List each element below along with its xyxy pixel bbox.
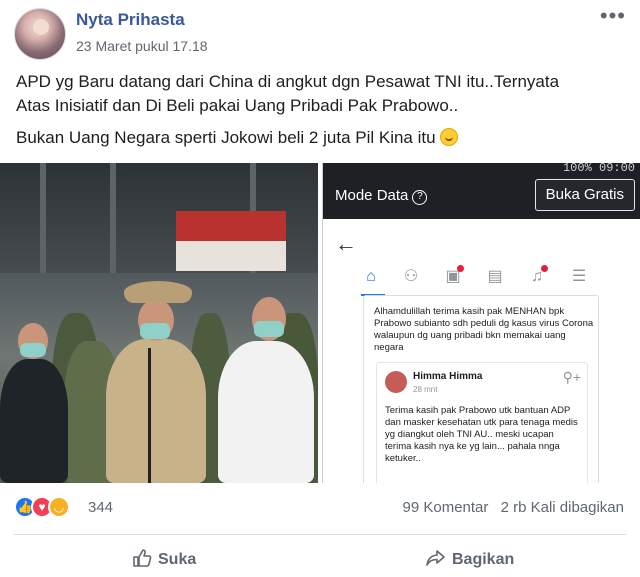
notification-dot <box>541 265 548 272</box>
post-text-line-1: APD yg Baru datang dari China di angkut … <box>16 72 560 91</box>
post-text-line-2: Atas Inisiatif dan Di Beli pakai Uang Pr… <box>16 96 459 115</box>
like-button[interactable]: Suka <box>132 548 196 569</box>
hat <box>124 281 192 303</box>
friends-icon: ⚇ <box>403 268 419 285</box>
marketplace-icon: ▤ <box>487 268 503 285</box>
commenter-name: Himma Himma <box>413 371 483 382</box>
flag-white-stripe <box>176 241 286 271</box>
author-avatar[interactable] <box>14 8 66 60</box>
post-header: Nyta Prihasta 23 Maret pukul 17.18 ••• <box>0 0 640 62</box>
woman-figure <box>0 359 68 483</box>
author-name[interactable]: Nyta Prihasta <box>76 10 185 30</box>
flag-red-stripe <box>176 211 286 241</box>
hangar-beam <box>40 163 46 273</box>
phone-top-bar: 100% 09:00 Mode Data? Buka Gratis <box>323 163 640 219</box>
action-divider <box>14 534 626 535</box>
help-icon: ? <box>412 190 428 205</box>
mode-data-text: Mode Data <box>335 187 409 204</box>
comment-count[interactable]: 99 Komentar <box>403 499 489 516</box>
smile-emoji-icon <box>440 128 459 146</box>
haha-icon: ◡ <box>48 496 70 518</box>
post-text-line-3: Bukan Uang Negara sperti Jokowi beli 2 j… <box>16 128 436 147</box>
home-icon: ⌂ <box>366 268 376 285</box>
face-mask <box>20 343 46 357</box>
face-mask <box>254 321 284 337</box>
quoted-comment: Himma Himma 28 mnt ⚲+ Terima kasih pak P… <box>376 362 588 483</box>
facebook-screenshot-image[interactable]: 100% 09:00 Mode Data? Buka Gratis ← ⌂ ⚇ … <box>322 163 640 483</box>
share-count[interactable]: 2 rb Kali dibagikan <box>501 499 624 516</box>
notification-dot <box>457 265 464 272</box>
comment-time: 28 mnt <box>413 385 438 394</box>
comment-text: Terima kasih pak Prabowo utk bantuan ADP… <box>385 405 578 464</box>
post-timestamp[interactable]: 23 Maret pukul 17.18 <box>76 38 208 54</box>
back-arrow-icon: ← <box>335 231 357 256</box>
more-options-icon[interactable]: ••• <box>600 5 626 27</box>
mode-data-label: Mode Data? <box>335 187 428 205</box>
like-label: Suka <box>158 551 197 568</box>
reaction-count[interactable]: 344 <box>88 499 113 516</box>
quoted-post: Alhamdulillah terima kasih pak MENHAN bp… <box>363 295 599 483</box>
add-friend-icon: ⚲+ <box>562 369 581 385</box>
buka-gratis-button: Buka Gratis <box>534 179 635 211</box>
quoted-post-text: Alhamdulillah terima kasih pak MENHAN bp… <box>374 306 594 353</box>
press-conference-photo[interactable] <box>0 163 318 483</box>
commenter-avatar <box>385 371 407 393</box>
face-mask <box>140 323 170 339</box>
fb-nav-row: ⌂ ⚇ ▣ ▤ ♫ ☰ <box>361 265 609 296</box>
man-white-shirt-figure <box>218 341 314 483</box>
status-bar-text: 100% 09:00 <box>562 163 635 175</box>
menu-icon: ☰ <box>571 268 587 285</box>
share-icon <box>426 550 445 566</box>
post-text: APD yg Baru datang dari China di angkut … <box>16 70 626 118</box>
share-label: Bagikan <box>452 551 515 568</box>
engagement-stats: 99 Komentar 2 rb Kali dibagikan <box>395 499 624 516</box>
like-icon <box>133 549 152 567</box>
share-button[interactable]: Bagikan <box>426 548 514 569</box>
hangar-beam <box>110 163 116 273</box>
post-text-line-3-wrap: Bukan Uang Negara sperti Jokowi beli 2 j… <box>16 126 626 150</box>
microphone-stand <box>148 348 151 483</box>
speaker-figure <box>106 339 206 483</box>
